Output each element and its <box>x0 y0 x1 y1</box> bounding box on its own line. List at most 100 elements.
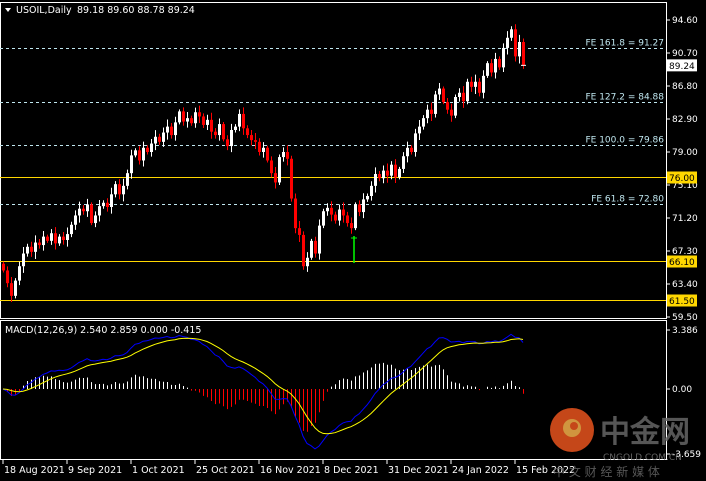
candle <box>246 125 249 139</box>
candle-body <box>358 204 361 213</box>
candle <box>358 200 361 217</box>
candle <box>158 133 161 145</box>
candle <box>6 266 9 288</box>
macd-tick-label: 3.386 <box>672 326 698 336</box>
candle <box>290 155 293 202</box>
candle <box>206 114 209 130</box>
candle-body <box>150 143 153 152</box>
candle <box>286 145 289 166</box>
candle-body <box>142 147 145 161</box>
candle-body <box>382 170 385 179</box>
candle <box>414 128 417 157</box>
candle-body <box>254 140 257 142</box>
candle <box>106 198 109 212</box>
candle-body <box>146 147 149 152</box>
candle <box>350 217 353 234</box>
candle <box>370 181 373 201</box>
candle-body <box>158 136 161 142</box>
candle-body <box>66 234 69 240</box>
candle-body <box>178 111 181 123</box>
candle <box>126 169 129 190</box>
candle-body <box>50 233 53 241</box>
candle-body <box>474 81 477 87</box>
candle <box>250 130 253 146</box>
candle-body <box>74 215 77 225</box>
candle <box>486 61 489 78</box>
candle-body <box>278 157 281 183</box>
candle <box>366 193 369 202</box>
date-tick-label: 25 Oct 2021 <box>196 465 255 476</box>
candle-body <box>194 112 197 124</box>
candle <box>450 103 453 122</box>
candle <box>162 127 165 147</box>
candle <box>410 145 413 155</box>
candle <box>422 115 425 130</box>
watermark: 中金网 CNGOLD.COM.CN 中 文 财 经 新 媒 体 <box>550 408 690 479</box>
candle-body <box>266 147 269 161</box>
candle <box>178 109 181 125</box>
candle <box>406 141 409 163</box>
current-price-label: 89.24 <box>669 62 695 72</box>
candle <box>310 238 313 260</box>
candle <box>482 70 485 99</box>
trading-chart[interactable]: FE 161.8 = 91.27 FE 127.2 = 84.88 FE 100.0… <box>0 0 706 481</box>
candle <box>278 154 281 185</box>
candle <box>182 107 185 126</box>
candle-body <box>306 257 309 267</box>
candle <box>122 178 125 202</box>
candle <box>258 138 261 156</box>
candle <box>130 149 133 179</box>
candle-body <box>366 196 369 200</box>
candle-body <box>154 136 157 144</box>
candle <box>174 116 177 141</box>
candle <box>302 231 305 270</box>
dropdown-triangle-icon[interactable] <box>5 8 11 12</box>
candle <box>274 167 277 189</box>
candle-body <box>86 204 89 212</box>
candle <box>514 24 517 62</box>
candle-body <box>426 109 429 119</box>
fibonacci-level-label: FE 100.0 = 79.86 <box>585 136 664 146</box>
candle <box>154 130 157 151</box>
candle <box>342 202 345 223</box>
candle <box>502 43 505 72</box>
candle-body <box>162 132 165 142</box>
chart-header: USOIL,Daily 89.18 89.60 88.78 89.24 MACD… <box>5 5 201 336</box>
candle-body <box>102 202 105 207</box>
date-tick-label: 9 Sep 2021 <box>68 465 122 476</box>
candle-body <box>326 207 329 212</box>
candle <box>134 148 137 158</box>
macd-title: MACD(12,26,9) 2.540 2.859 0.000 -0.415 <box>5 325 201 336</box>
candle <box>114 181 117 198</box>
candle <box>490 59 493 77</box>
candle-body <box>54 233 57 244</box>
candle <box>262 142 265 158</box>
candle-body <box>230 130 233 147</box>
candle <box>186 112 189 128</box>
candle-body <box>106 202 109 207</box>
candle-body <box>18 266 21 281</box>
candle-body <box>386 170 389 176</box>
candle-body <box>398 168 401 178</box>
candle <box>110 187 113 214</box>
candle-body <box>182 111 185 122</box>
candle-body <box>22 253 25 267</box>
candle-body <box>34 242 37 252</box>
candle <box>510 26 513 41</box>
candle <box>454 94 457 119</box>
candle <box>34 235 37 259</box>
candle <box>238 109 241 132</box>
price-tick-label: 63.40 <box>672 280 698 290</box>
price-tick-label: 79.00 <box>672 148 698 158</box>
candle-body <box>282 152 285 158</box>
price-tick-label: 59.50 <box>672 313 698 323</box>
candle <box>394 159 397 183</box>
candle <box>102 200 105 209</box>
candle <box>66 227 69 247</box>
candles <box>2 24 526 302</box>
macd-indicator: 3.3860.00-3.659 <box>2 326 701 460</box>
candle <box>306 252 309 272</box>
candle-body <box>406 147 409 157</box>
candle <box>430 102 433 122</box>
candle <box>222 122 225 142</box>
